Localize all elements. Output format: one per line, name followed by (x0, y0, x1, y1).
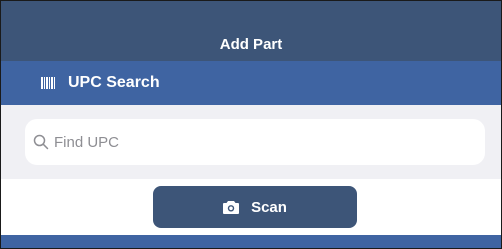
scan-button-label: Scan (251, 198, 287, 216)
barcode-icon (41, 77, 55, 89)
camera-icon (223, 201, 240, 214)
search-input[interactable] (54, 133, 454, 151)
page-title: Add Part (219, 36, 283, 53)
search-icon (33, 134, 49, 150)
next-section-header (1, 235, 501, 248)
section-label: UPC Search (68, 74, 160, 91)
scan-area: Scan (1, 179, 501, 235)
upc-search-header: UPC Search (1, 61, 501, 105)
navigation-bar: Add Part (1, 1, 501, 61)
search-area (1, 105, 501, 179)
add-part-screen: Add Part UPC Search Sc (0, 0, 502, 249)
search-box[interactable] (25, 119, 485, 165)
scan-button[interactable]: Scan (153, 186, 357, 228)
